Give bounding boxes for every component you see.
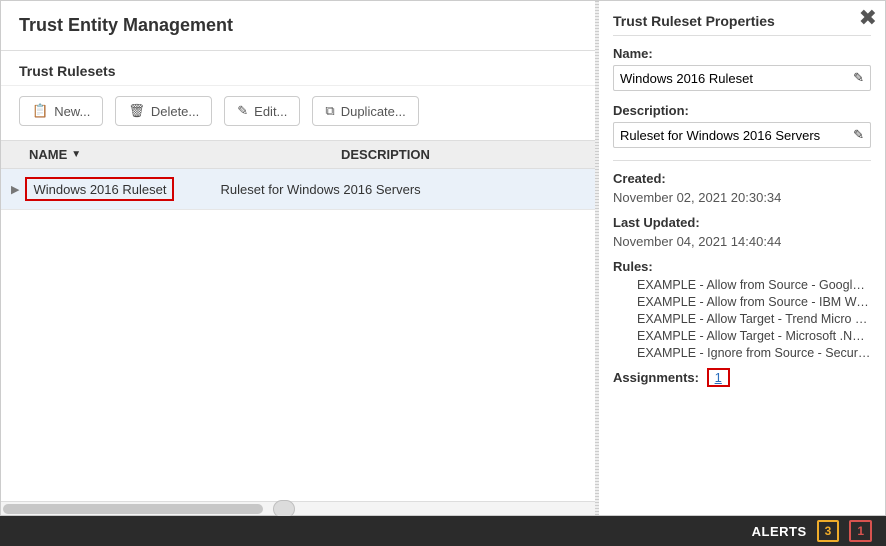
duplicate-button-label: Duplicate... bbox=[341, 104, 406, 119]
new-button[interactable]: 📋 New... bbox=[19, 96, 103, 126]
table-header: NAME ▼ DESCRIPTION bbox=[1, 140, 595, 169]
description-input[interactable] bbox=[620, 128, 853, 143]
expand-icon[interactable]: ▶ bbox=[11, 183, 19, 196]
description-field-wrap: ✎ bbox=[613, 122, 871, 148]
rules-label: Rules: bbox=[613, 259, 871, 274]
page-title: Trust Entity Management bbox=[19, 15, 577, 36]
alerts-warning-badge[interactable]: 3 bbox=[817, 520, 840, 542]
rules-list: EXAMPLE - Allow from Source - Google C..… bbox=[613, 278, 871, 360]
alerts-label: ALERTS bbox=[752, 524, 807, 539]
edit-button[interactable]: ✎ Edit... bbox=[224, 96, 300, 126]
horizontal-scrollbar[interactable] bbox=[1, 501, 595, 515]
rule-item[interactable]: EXAMPLE - Ignore from Source - Secure S.… bbox=[637, 346, 871, 360]
copy-icon: ⧉ bbox=[325, 103, 334, 119]
column-name-text: NAME bbox=[29, 147, 67, 162]
assignments-label: Assignments: bbox=[613, 370, 699, 385]
delete-button-label: Delete... bbox=[151, 104, 199, 119]
column-header-name[interactable]: NAME ▼ bbox=[11, 147, 341, 162]
created-value: November 02, 2021 20:30:34 bbox=[613, 190, 871, 205]
assignments-link[interactable]: 1 bbox=[707, 368, 730, 387]
row-name: Windows 2016 Ruleset bbox=[25, 177, 174, 201]
sort-desc-icon: ▼ bbox=[71, 149, 81, 160]
properties-panel: ✖ Trust Ruleset Properties Name: ✎ Descr… bbox=[599, 1, 885, 515]
section-title: Trust Rulesets bbox=[1, 51, 595, 86]
panel-title: Trust Ruleset Properties bbox=[613, 13, 871, 29]
toolbar: 📋 New... 🗑 Delete... ✎ Edit... ⧉ Duplica… bbox=[1, 86, 595, 140]
edit-name-icon[interactable]: ✎ bbox=[853, 70, 864, 86]
updated-label: Last Updated: bbox=[613, 215, 871, 230]
rule-item[interactable]: EXAMPLE - Allow Target - Microsoft .NET … bbox=[637, 329, 871, 343]
edit-button-label: Edit... bbox=[254, 104, 287, 119]
rule-item[interactable]: EXAMPLE - Allow from Source - IBM Web... bbox=[637, 295, 871, 309]
new-button-label: New... bbox=[54, 104, 90, 119]
name-input[interactable] bbox=[620, 71, 853, 86]
close-icon[interactable]: ✖ bbox=[859, 5, 877, 31]
created-label: Created: bbox=[613, 171, 871, 186]
delete-button[interactable]: 🗑 Delete... bbox=[115, 96, 212, 126]
pencil-icon: ✎ bbox=[237, 103, 248, 119]
scrollbar-thumb[interactable] bbox=[3, 504, 263, 514]
divider bbox=[613, 35, 871, 36]
trash-icon: 🗑 bbox=[128, 103, 145, 119]
description-label: Description: bbox=[613, 103, 871, 118]
duplicate-button[interactable]: ⧉ Duplicate... bbox=[312, 96, 418, 126]
updated-value: November 04, 2021 14:40:44 bbox=[613, 234, 871, 249]
name-field-wrap: ✎ bbox=[613, 65, 871, 91]
rule-item[interactable]: EXAMPLE - Allow Target - Trend Micro pr.… bbox=[637, 312, 871, 326]
new-icon: 📋 bbox=[32, 103, 48, 119]
row-description: Ruleset for Windows 2016 Servers bbox=[221, 182, 585, 197]
table-row[interactable]: ▶ Windows 2016 Ruleset Ruleset for Windo… bbox=[1, 169, 595, 210]
edit-description-icon[interactable]: ✎ bbox=[853, 127, 864, 143]
rule-item[interactable]: EXAMPLE - Allow from Source - Google C..… bbox=[637, 278, 871, 292]
column-header-description[interactable]: DESCRIPTION bbox=[341, 147, 585, 162]
alerts-error-badge[interactable]: 1 bbox=[849, 520, 872, 542]
name-label: Name: bbox=[613, 46, 871, 61]
divider bbox=[613, 160, 871, 161]
status-bar: ALERTS 3 1 bbox=[0, 516, 886, 546]
